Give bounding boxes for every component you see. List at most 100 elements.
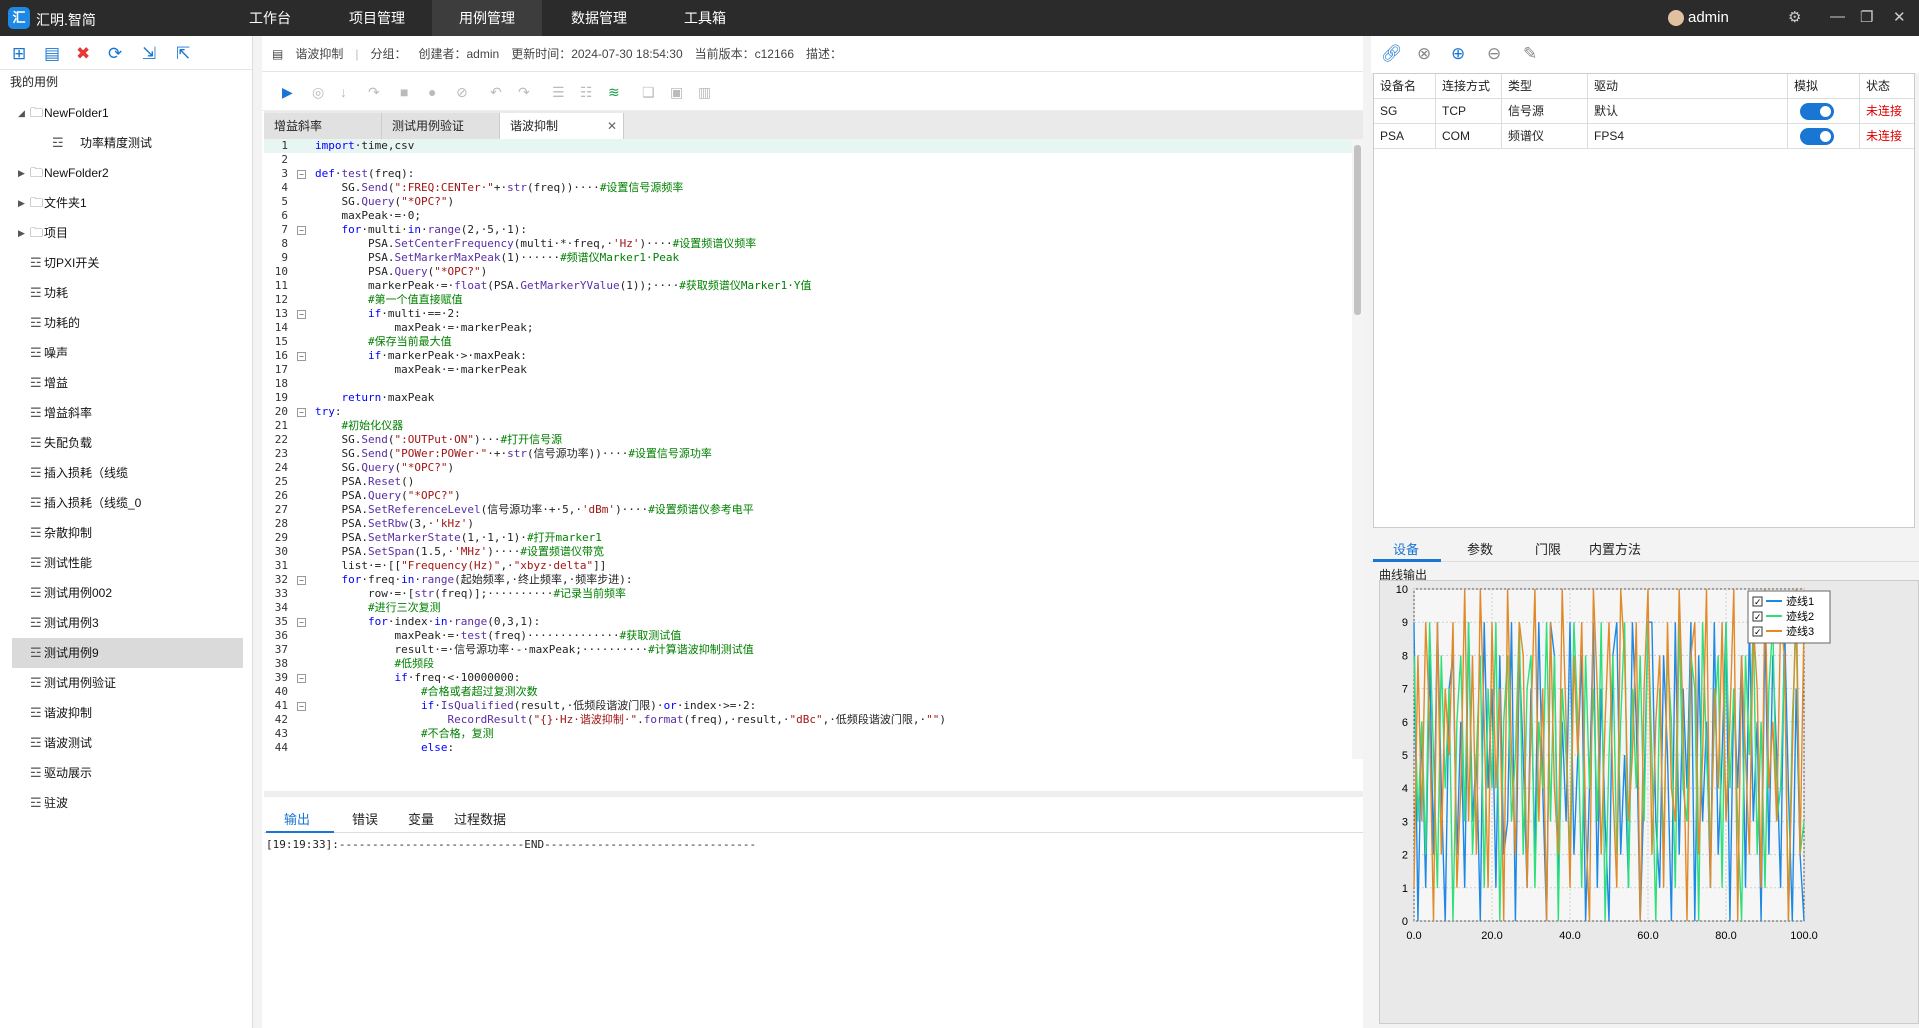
fold-toggle-icon[interactable]: −	[297, 674, 306, 683]
fold-toggle-icon[interactable]: −	[297, 170, 306, 179]
undo-icon[interactable]: ↶	[490, 84, 502, 101]
tree-item[interactable]: ☲ 驻波	[0, 788, 253, 818]
format-icon[interactable]: ≋	[608, 84, 620, 101]
tree-item[interactable]: ☲ 增益	[0, 368, 253, 398]
fold-toggle-icon[interactable]: −	[297, 352, 306, 361]
add-device-icon[interactable]: ⊕	[1451, 44, 1465, 64]
fold-toggle-icon[interactable]: −	[297, 310, 306, 319]
menu-data[interactable]: 数据管理	[544, 0, 654, 36]
tab-gain-slope[interactable]: 增益斜率	[264, 113, 382, 139]
tab-devices[interactable]: 设备	[1393, 539, 1419, 558]
refresh-icon[interactable]: ⟳	[108, 44, 122, 64]
connect-icon[interactable]: 🔗︎	[1381, 44, 1403, 64]
expand-arrow-icon[interactable]: ▶	[18, 218, 25, 248]
save-icon[interactable]: ▥	[698, 84, 711, 101]
tree-item[interactable]: ☲ 驱动展示	[0, 758, 253, 788]
tab-output[interactable]: 输出	[284, 809, 310, 828]
fold-toggle-icon[interactable]: −	[297, 226, 306, 235]
line-number: 23	[274, 447, 288, 460]
tree-item[interactable]: ☲ 插入损耗（线缆	[0, 458, 253, 488]
menu-tools[interactable]: 工具箱	[650, 0, 760, 36]
expand-arrow-icon[interactable]: ▶	[18, 188, 25, 218]
gear-icon[interactable]: ⚙	[1788, 8, 1801, 26]
tab-harmonic[interactable]: 谐波抑制 ✕	[500, 113, 624, 139]
indent-icon[interactable]: ☰	[552, 84, 565, 101]
new-file-icon[interactable]: ▤	[44, 44, 60, 64]
tree-item[interactable]: ☲ 插入损耗（线缆_0	[0, 488, 253, 518]
tree-item[interactable]: ☲ 谐波测试	[0, 728, 253, 758]
tab-errors[interactable]: 错误	[352, 809, 378, 828]
tree-item[interactable]: ☲ 测试用例验证	[0, 668, 253, 698]
table-row[interactable]: PSA COM 频谱仪 FPS4 未连接	[1374, 124, 1914, 149]
export-icon[interactable]: ⇱	[176, 44, 190, 64]
tree-item[interactable]: ☲ 测试用例3	[0, 608, 253, 638]
import-icon[interactable]: ⇲	[142, 44, 156, 64]
table-row[interactable]: SG TCP 信号源 默认 未连接	[1374, 99, 1914, 124]
tab-case-verify[interactable]: 测试用例验证	[382, 113, 500, 139]
fold-toggle-icon[interactable]: −	[297, 702, 306, 711]
tree-item[interactable]: ☲ 测试用例9	[12, 638, 243, 668]
tree-item[interactable]: ▶ 🗀︎ 文件夹1	[0, 188, 253, 218]
menu-cases[interactable]: 用例管理	[432, 0, 542, 36]
remove-device-icon[interactable]: ⊖	[1487, 44, 1501, 64]
paste-icon[interactable]: ▣	[670, 84, 683, 101]
copy-icon[interactable]: ❏	[642, 84, 655, 101]
code-editor[interactable]: 1 import·time,csv 2 3− def·test(freq): 4 SG.S…	[264, 139, 1353, 759]
y-tick-label: 1	[1402, 883, 1408, 895]
tree-item[interactable]: ▶ 🗀︎ NewFolder2	[0, 158, 253, 188]
scrollbar-thumb[interactable]	[1354, 145, 1361, 315]
editor-hscrollbar[interactable]	[264, 791, 1363, 797]
minimize-icon[interactable]: —	[1830, 8, 1845, 25]
tree-item[interactable]: ☲ 功率精度测试	[0, 128, 253, 158]
menu-project[interactable]: 项目管理	[322, 0, 432, 36]
user-name[interactable]: admin	[1688, 9, 1729, 26]
tree-item[interactable]: ☲ 增益斜率	[0, 398, 253, 428]
menu-workbench[interactable]: 工作台	[215, 0, 325, 36]
tree-item[interactable]: ☲ 功耗的	[0, 308, 253, 338]
tab-process-data[interactable]: 过程数据	[454, 809, 506, 828]
tab-variables[interactable]: 变量	[408, 809, 434, 828]
outdent-icon[interactable]: ☷	[580, 84, 593, 101]
avatar[interactable]	[1668, 10, 1684, 26]
close-icon[interactable]: ✕	[1893, 8, 1906, 26]
code-text: SG.Send(":FREQ:CENTer·"+·str(freq))····#…	[315, 181, 684, 194]
fold-toggle-icon[interactable]: −	[297, 408, 306, 417]
disconnect-icon[interactable]: ⊗	[1417, 44, 1431, 64]
tree-item[interactable]: ☲ 测试用例002	[0, 578, 253, 608]
line-number: 16	[274, 349, 288, 362]
breakpoint-icon[interactable]: ●	[428, 84, 436, 100]
editor-scrollbar[interactable]	[1352, 139, 1363, 759]
fold-toggle-icon[interactable]: −	[297, 576, 306, 585]
edit-device-icon[interactable]: ✎	[1523, 44, 1537, 64]
tab-builtin-methods[interactable]: 内置方法	[1589, 539, 1641, 558]
debug-icon[interactable]: ◎	[312, 84, 324, 101]
step-into-icon[interactable]: ↓	[340, 84, 347, 100]
collapse-arrow-icon[interactable]: ◢	[18, 98, 25, 128]
tree-item[interactable]: ☲ 杂散抑制	[0, 518, 253, 548]
fold-toggle-icon[interactable]: −	[297, 618, 306, 627]
tree-item[interactable]: ▶ 🗀︎ 项目	[0, 218, 253, 248]
simulate-toggle[interactable]	[1800, 103, 1834, 120]
tree-item[interactable]: ☲ 失配负载	[0, 428, 253, 458]
simulate-toggle[interactable]	[1800, 128, 1834, 145]
close-tab-icon[interactable]: ✕	[607, 113, 617, 139]
clear-breakpoints-icon[interactable]: ⊘	[456, 84, 468, 101]
redo-icon[interactable]: ↷	[518, 84, 530, 101]
expand-arrow-icon[interactable]: ▶	[18, 158, 25, 188]
stop-icon[interactable]: ■	[400, 84, 408, 100]
code-line: 43 #不合格，复测	[264, 727, 1353, 741]
restore-icon[interactable]: ❐	[1860, 8, 1873, 26]
step-over-icon[interactable]: ↷	[368, 84, 380, 101]
code-text: else:	[420, 741, 455, 754]
tree-item[interactable]: ☲ 噪声	[0, 338, 253, 368]
tree-item[interactable]: ☲ 功耗	[0, 278, 253, 308]
run-icon[interactable]: ▶	[282, 84, 293, 101]
tab-params[interactable]: 参数	[1467, 539, 1493, 558]
tree-item[interactable]: ☲ 切PXI开关	[0, 248, 253, 278]
tree-item[interactable]: ☲ 测试性能	[0, 548, 253, 578]
tab-thresholds[interactable]: 门限	[1535, 539, 1561, 558]
tree-item[interactable]: ☲ 谐波抑制	[0, 698, 253, 728]
delete-icon[interactable]: ✖	[76, 44, 90, 64]
new-folder-icon[interactable]: ⊞	[12, 44, 26, 64]
tree-item[interactable]: ◢ 🗀︎ NewFolder1	[0, 98, 253, 128]
